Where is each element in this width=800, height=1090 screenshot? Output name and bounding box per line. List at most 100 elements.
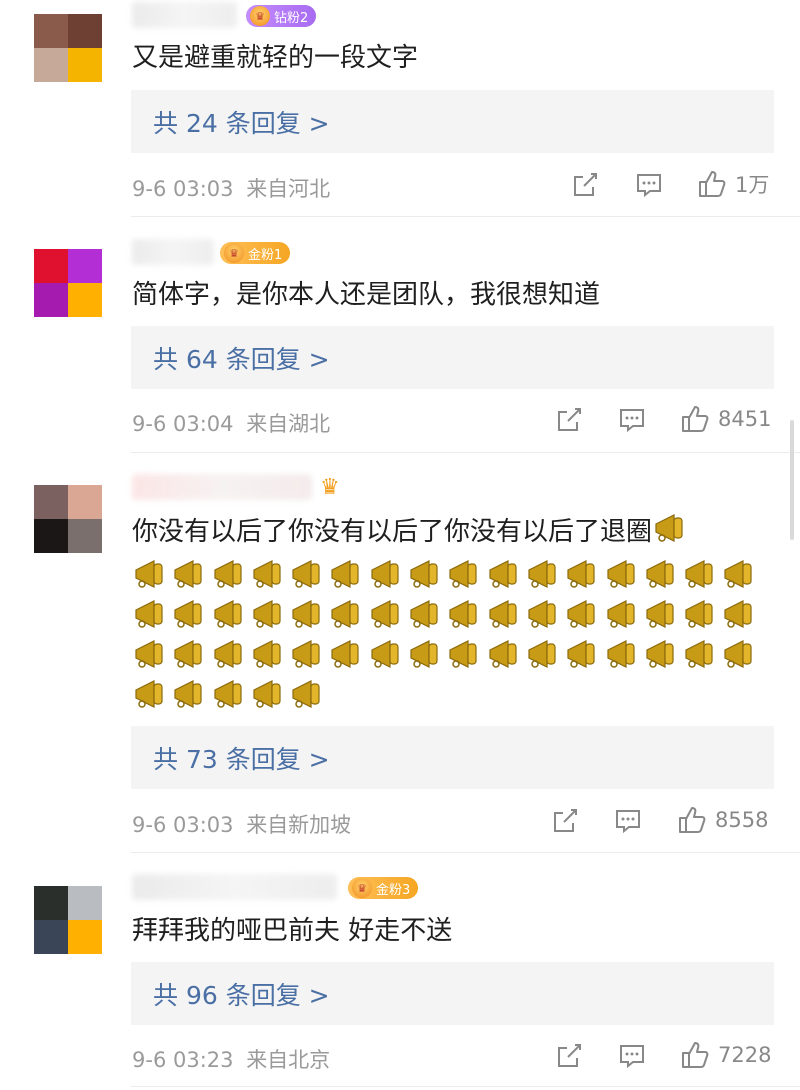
- megaphone-icon: [213, 600, 242, 628]
- username-blurred[interactable]: [132, 874, 337, 900]
- comment-button[interactable]: [618, 1042, 646, 1070]
- megaphone-icon: [449, 640, 477, 668]
- comment-time: 9-6 03:04: [132, 412, 234, 436]
- megaphone-icon: [449, 600, 477, 628]
- scrollbar[interactable]: [790, 420, 794, 540]
- avatar-cell: [34, 886, 68, 920]
- share-button[interactable]: [571, 171, 599, 199]
- avatar-cell: [68, 886, 102, 920]
- avatar-cell: [68, 14, 102, 48]
- megaphone-icon: [410, 600, 438, 628]
- megaphone-icon: [724, 640, 753, 668]
- comment-icon: [616, 810, 640, 834]
- megaphone-icon: [724, 560, 753, 588]
- megaphone-icon: [646, 560, 674, 588]
- thumbs-up-icon: [699, 171, 726, 197]
- avatar-cell: [34, 249, 68, 283]
- comment-text: 你没有以后了你没有以后了你没有以后了退圈: [132, 510, 772, 712]
- megaphone-icon: [567, 560, 595, 588]
- comment-time: 9-6 03:03: [132, 177, 234, 201]
- thumbs-up-icon: [679, 807, 706, 833]
- comment-time: 9-6 03:03: [132, 813, 234, 837]
- like-button[interactable]: 1万: [697, 169, 769, 199]
- megaphone-icon: [371, 640, 399, 668]
- megaphone-icon: [528, 560, 556, 588]
- view-replies-button[interactable]: 共 24 条回复 >: [131, 90, 774, 153]
- share-icon: [554, 809, 577, 832]
- share-button[interactable]: [555, 406, 583, 434]
- megaphone-icon: [253, 640, 281, 668]
- comment-icon: [637, 174, 661, 198]
- megaphone-icon: [528, 600, 556, 628]
- username-blurred[interactable]: [132, 2, 237, 28]
- megaphone-icon: [213, 680, 242, 708]
- megaphone-icon: [685, 560, 713, 588]
- thumbs-up-icon: [682, 406, 709, 432]
- avatar-cell: [68, 249, 102, 283]
- fan-badge[interactable]: ♛ 钻粉2: [246, 5, 317, 27]
- divider: [131, 1086, 800, 1087]
- avatar-cell: [68, 519, 102, 553]
- share-button[interactable]: [555, 1042, 583, 1070]
- like-count: 8451: [718, 407, 772, 431]
- megaphone-icon: [253, 680, 281, 708]
- share-icon: [558, 1044, 581, 1067]
- megaphone-icon: [606, 600, 635, 628]
- comment-button[interactable]: [614, 807, 642, 835]
- megaphone-icon: [449, 560, 477, 588]
- fan-badge[interactable]: ♛ 金粉3: [348, 877, 419, 899]
- megaphone-icon: [489, 640, 517, 668]
- comment-meta: 9-6 03:03 来自河北: [132, 173, 330, 203]
- like-button[interactable]: 8451: [680, 404, 771, 434]
- megaphone-icon: [253, 560, 281, 588]
- megaphone-icon: [410, 560, 438, 588]
- megaphone-icon: [646, 640, 674, 668]
- avatar-cell: [68, 920, 102, 954]
- megaphone-icon: [489, 600, 517, 628]
- megaphone-icon: [331, 560, 360, 588]
- megaphone-icon: [685, 600, 713, 628]
- divider: [131, 216, 800, 217]
- megaphone-icon: [371, 560, 399, 588]
- badge-label: 钻粉2: [274, 10, 309, 26]
- megaphone-icon: [606, 560, 635, 588]
- divider: [131, 852, 800, 853]
- share-button[interactable]: [551, 807, 579, 835]
- comment-meta: 9-6 03:23 来自北京: [132, 1044, 330, 1074]
- avatar[interactable]: [34, 14, 102, 82]
- fan-badge[interactable]: ♛ 金粉1: [220, 242, 291, 264]
- like-button[interactable]: 8558: [677, 805, 768, 835]
- view-replies-button[interactable]: 共 64 条回复 >: [131, 326, 774, 389]
- view-replies-button[interactable]: 共 73 条回复 >: [131, 726, 774, 789]
- avatar-cell: [34, 14, 68, 48]
- megaphone-icon: [213, 640, 242, 668]
- comment-button[interactable]: [635, 171, 663, 199]
- comment-location: 来自北京: [246, 1048, 331, 1072]
- megaphone-emoji-row: [132, 552, 772, 712]
- avatar[interactable]: [34, 886, 102, 954]
- comment-button[interactable]: [618, 406, 646, 434]
- megaphone-icon: [174, 600, 202, 628]
- megaphone-icon: [724, 600, 753, 628]
- share-icon: [558, 408, 581, 431]
- comment-text: 拜拜我的哑巴前夫 好走不送: [132, 916, 453, 946]
- comment-meta: 9-6 03:04 来自湖北: [132, 408, 330, 438]
- view-replies-button[interactable]: 共 96 条回复 >: [131, 962, 774, 1025]
- comment-location: 来自新加坡: [246, 813, 352, 837]
- megaphone-icon: [135, 600, 163, 628]
- megaphone-icon: [135, 680, 163, 708]
- avatar[interactable]: [34, 249, 102, 317]
- username-blurred[interactable]: [132, 474, 312, 500]
- like-button[interactable]: 7228: [680, 1040, 771, 1070]
- megaphone-icon: [135, 640, 163, 668]
- comment-meta: 9-6 03:03 来自新加坡: [132, 809, 351, 839]
- username-blurred[interactable]: [132, 239, 214, 265]
- megaphone-icon: [371, 600, 399, 628]
- like-count: 8558: [715, 808, 769, 832]
- share-icon: [574, 173, 597, 196]
- megaphone-icon: [331, 600, 360, 628]
- megaphone-icon: [567, 600, 595, 628]
- badge-label: 金粉1: [248, 247, 283, 263]
- avatar-cell: [34, 283, 68, 317]
- avatar[interactable]: [34, 485, 102, 553]
